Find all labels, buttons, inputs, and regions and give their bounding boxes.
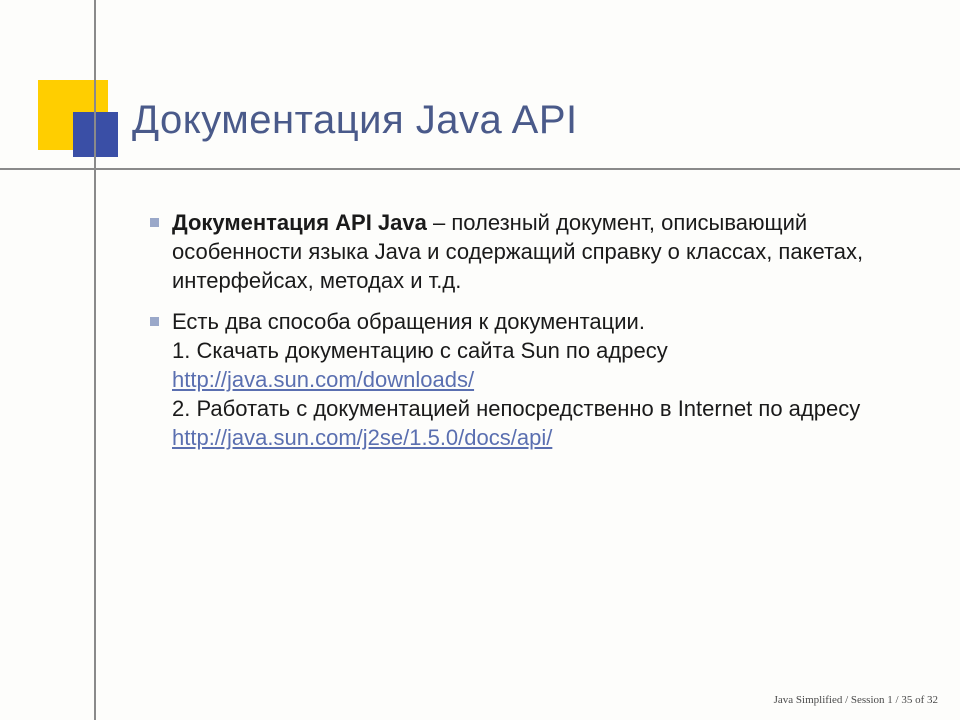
bullet-text: Есть два способа обращения к документаци… xyxy=(172,309,645,334)
decor-vertical-rule xyxy=(94,0,96,720)
bullet-item: Есть два способа обращения к документаци… xyxy=(150,307,910,452)
bullet-text: 1. Скачать документацию с сайта Sun по а… xyxy=(172,338,668,363)
decor-horizontal-rule xyxy=(0,168,960,170)
link-docs-api[interactable]: http://java.sun.com/j2se/1.5.0/docs/api/ xyxy=(172,425,552,450)
bullet-item: Документация API Java – полезный докумен… xyxy=(150,208,910,295)
bullet-text: 2. Работать с документацией непосредстве… xyxy=(172,396,860,421)
slide-footer: Java Simplified / Session 1 / 35 of 32 xyxy=(774,694,938,706)
slide-body: Документация API Java – полезный докумен… xyxy=(150,208,910,464)
slide-title: Документация Java API xyxy=(132,98,578,143)
link-downloads[interactable]: http://java.sun.com/downloads/ xyxy=(172,367,474,392)
slide: Документация Java API Документация API J… xyxy=(0,0,960,720)
bullet-bold-lead: Документация API Java xyxy=(172,210,427,235)
